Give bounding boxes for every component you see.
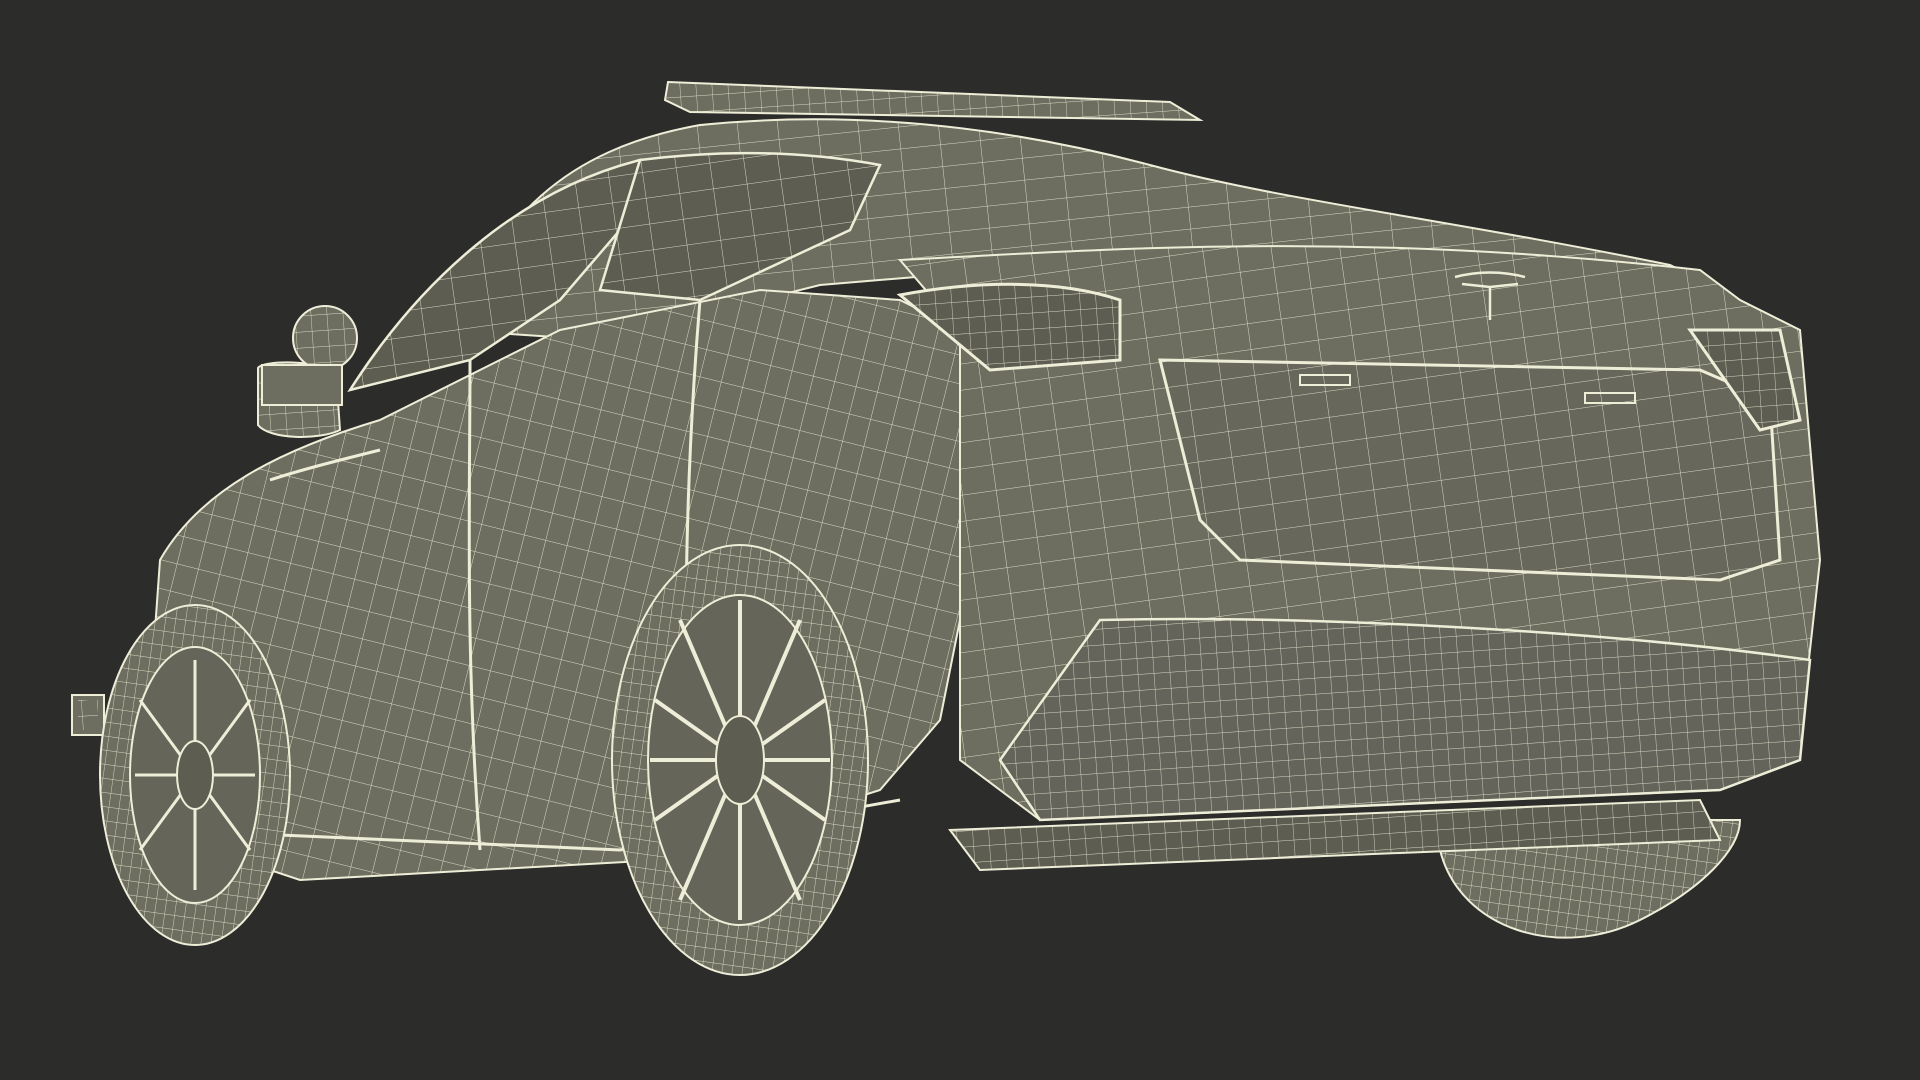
spotlight bbox=[261, 305, 358, 406]
car-wireframe-model bbox=[71, 80, 1822, 976]
front-push-bumper bbox=[71, 694, 105, 736]
render-viewport bbox=[0, 0, 1920, 1080]
roof-light-bar bbox=[663, 80, 1204, 122]
rear-wheel bbox=[611, 544, 869, 976]
front-wheel bbox=[99, 604, 291, 946]
